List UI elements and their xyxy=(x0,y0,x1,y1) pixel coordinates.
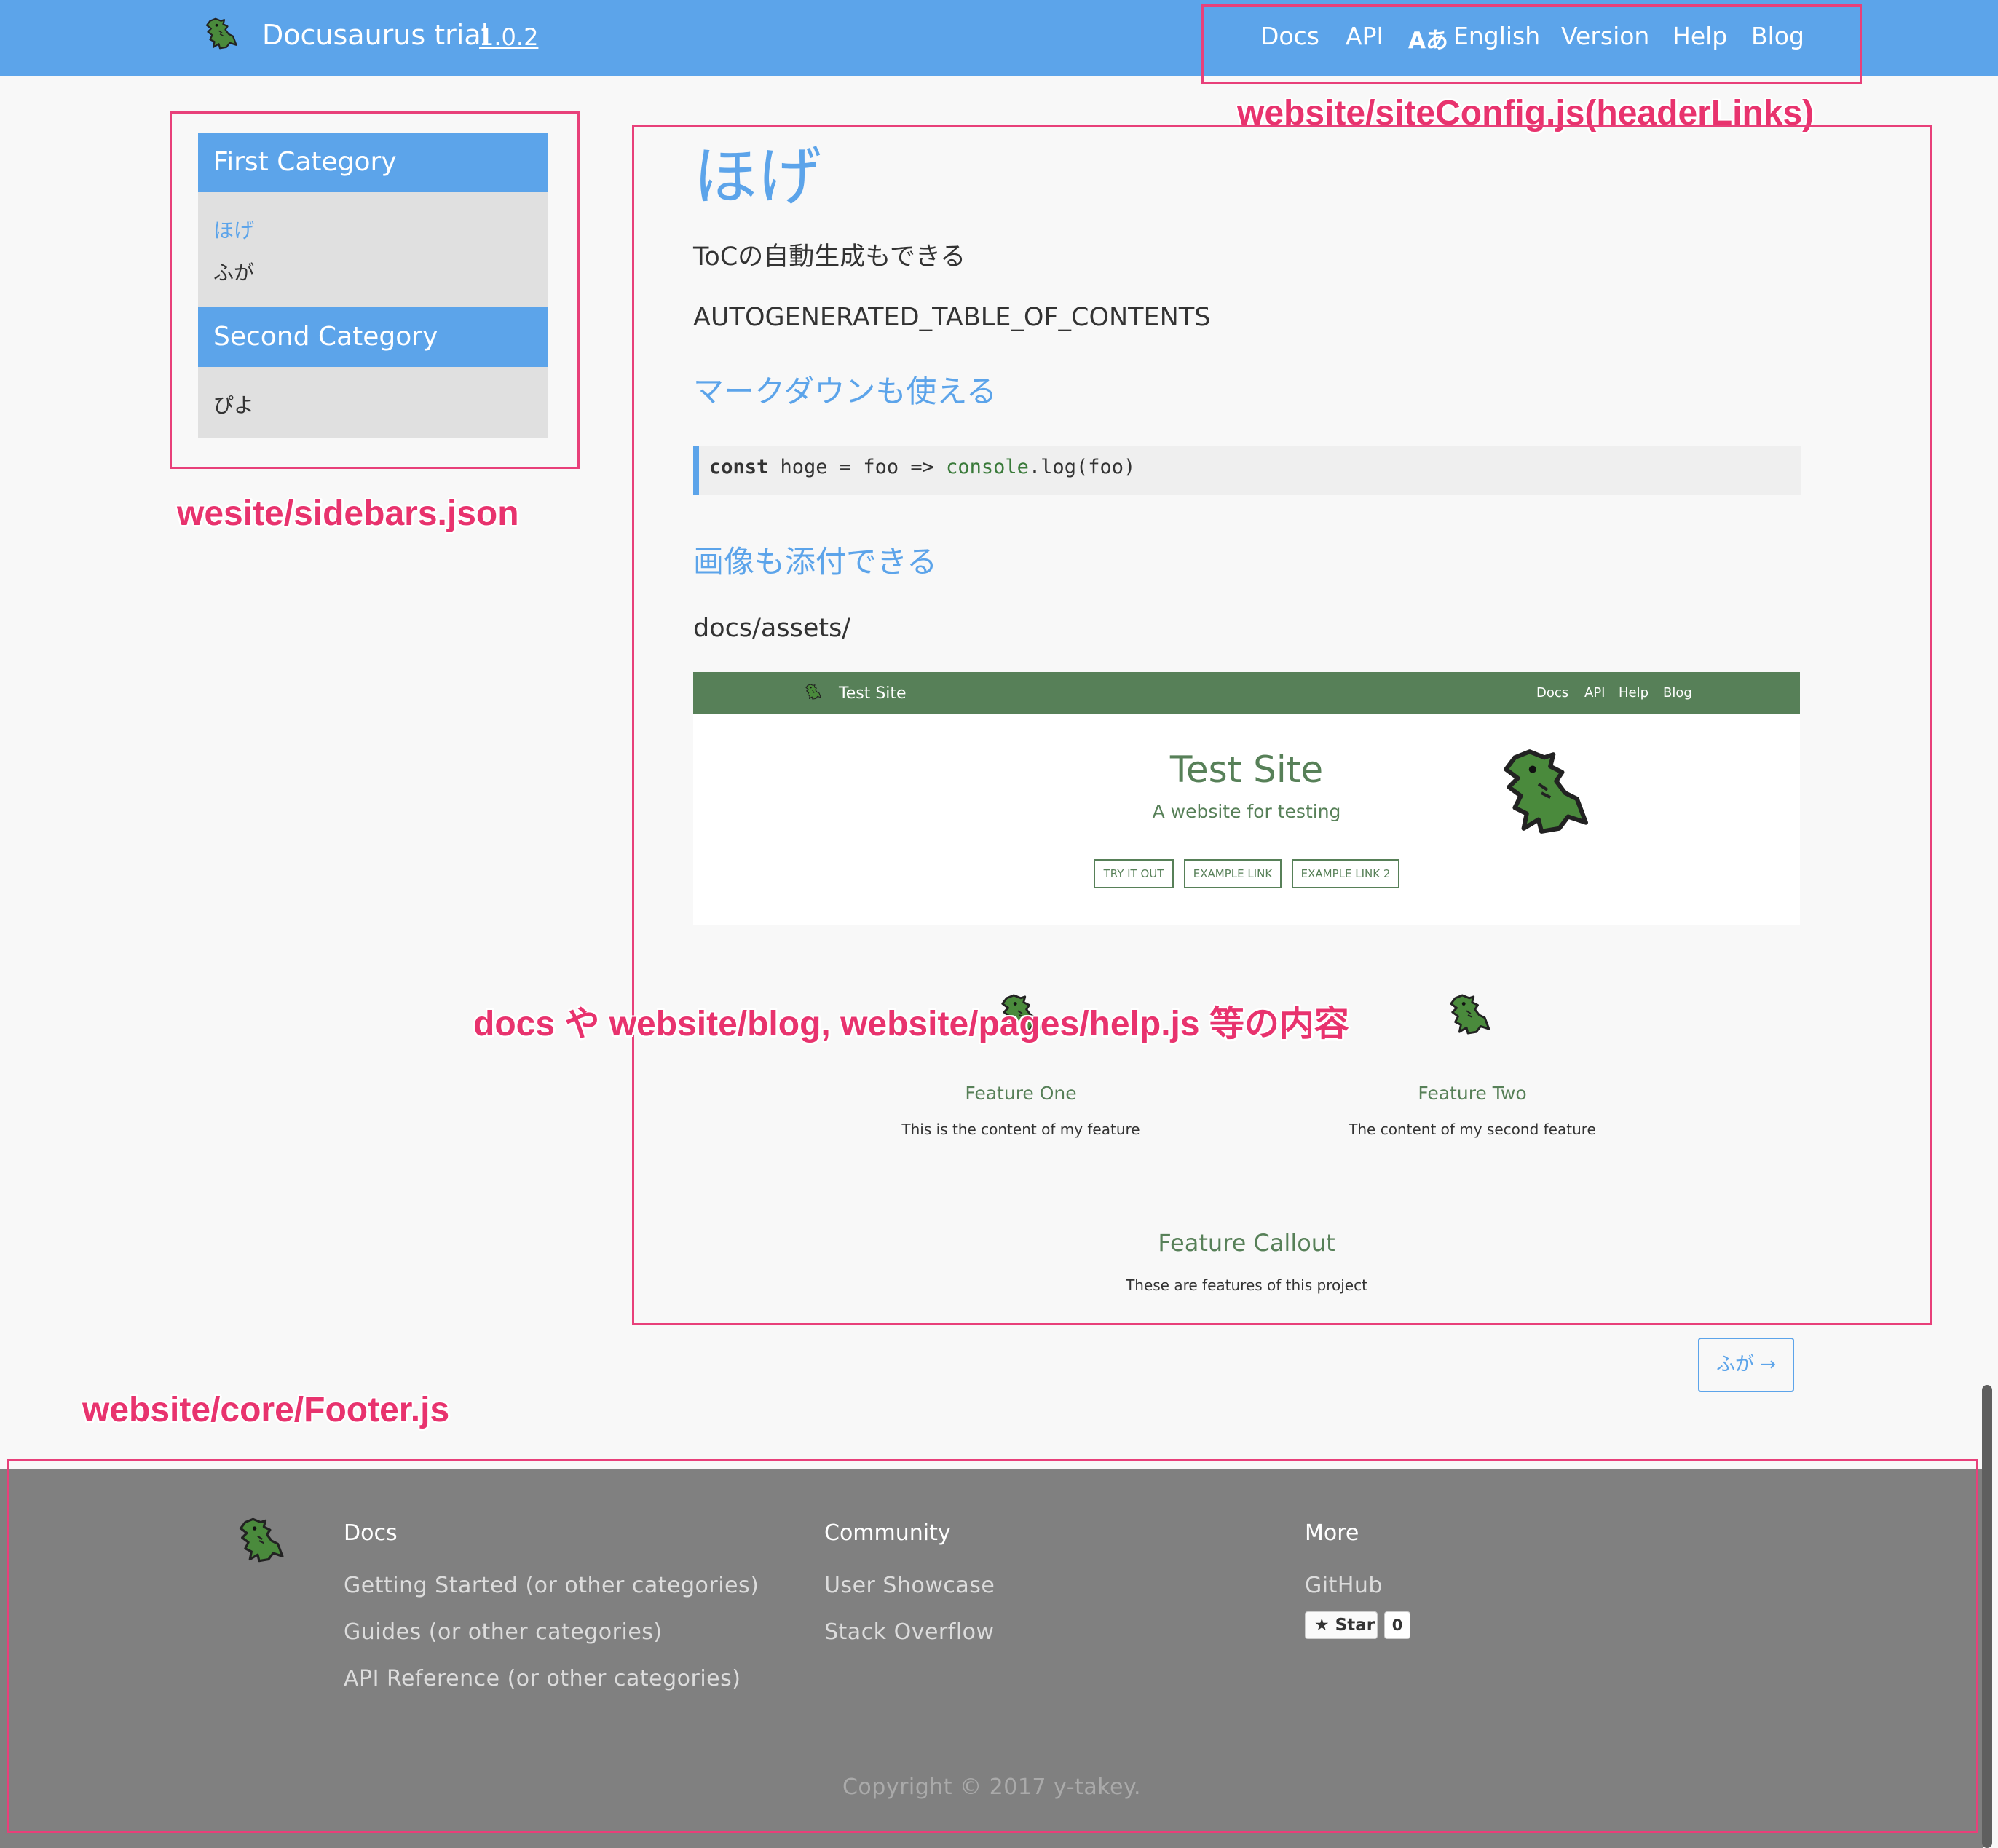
site-title[interactable]: Docusaurus trial xyxy=(262,19,489,51)
annotation-label-footer: website/core/Footer.js xyxy=(82,1391,450,1429)
dinosaur-logo-icon[interactable] xyxy=(202,17,237,50)
page-scrollbar[interactable] xyxy=(1982,1385,1992,1848)
site-version-link[interactable]: 1.0.2 xyxy=(479,23,538,51)
annotation-box-sidebar xyxy=(170,111,580,469)
next-page-button[interactable]: ふが → xyxy=(1698,1338,1794,1392)
annotation-label-sidebar: wesite/sidebars.json xyxy=(177,494,519,533)
annotation-label-content: docs や website/blog, website/pages/help.… xyxy=(473,1005,1349,1043)
annotation-box-content xyxy=(632,125,1932,1325)
annotation-box-footer xyxy=(7,1459,1978,1833)
annotation-box-header-links xyxy=(1201,4,1862,84)
